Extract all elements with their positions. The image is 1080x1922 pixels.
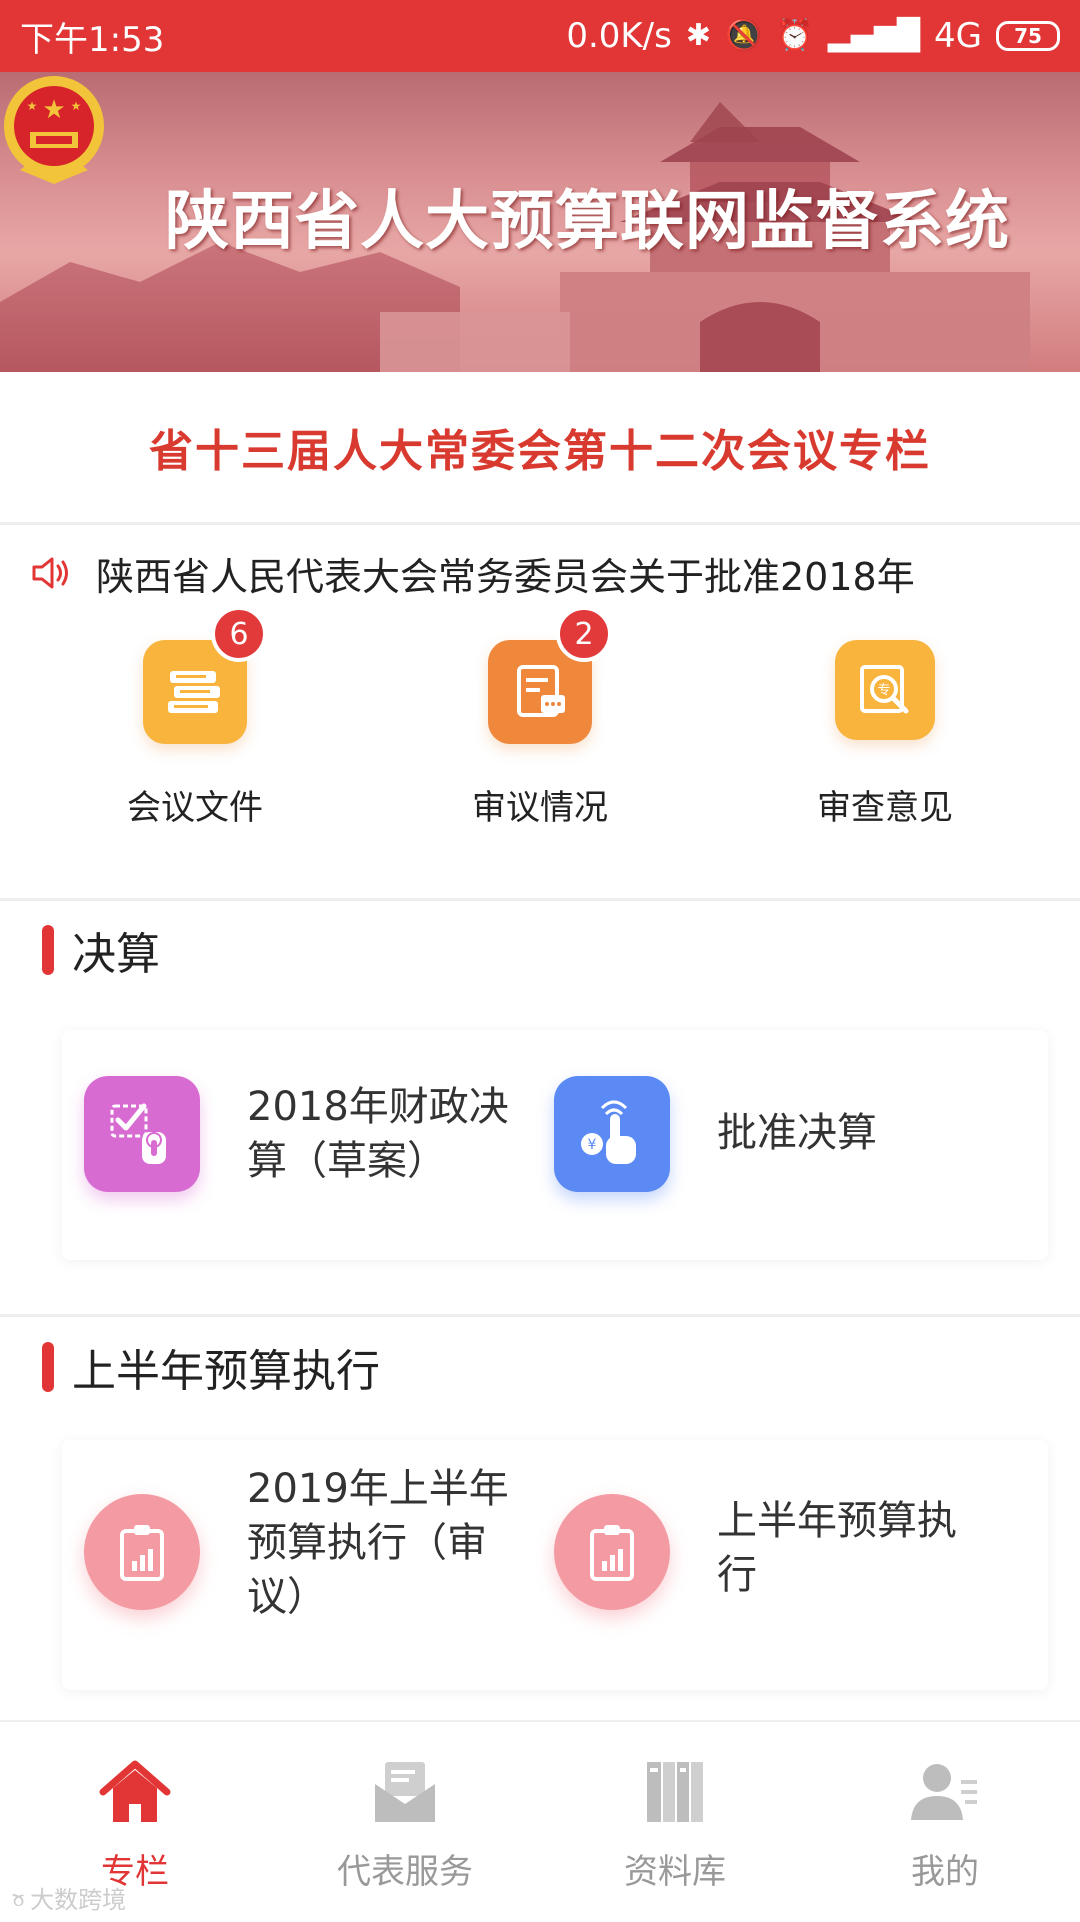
watermark-text: 大数跨境 — [30, 1886, 127, 1914]
card-item-label: 2019年上半年预算执行（审议） — [247, 1466, 509, 1620]
alarm-icon: ⏰ — [776, 18, 814, 53]
clipboard-chart-icon — [554, 1494, 670, 1610]
card-item-label: 批准决算 — [717, 1110, 877, 1156]
quick-entries: 6 会议文件 2 审议情况 专 审查意见 — [0, 606, 1080, 880]
section-header-final-accounts: 决算 — [0, 905, 1080, 995]
app-title: 陕西省人大预算联网监督系统 — [165, 185, 1010, 259]
user-icon — [911, 1764, 977, 1820]
envelope-icon — [375, 1762, 435, 1822]
document-comment-icon: 2 — [488, 606, 612, 744]
divider — [0, 898, 1080, 901]
quick-entry-label: 审查意见 — [817, 788, 953, 828]
card-item-approve-accounts[interactable]: ¥ 批准决算 — [532, 1030, 992, 1260]
card-item-2018-fiscal-draft[interactable]: 2018年财政决算（草案） — [62, 1030, 522, 1260]
count-badge: 6 — [211, 606, 267, 662]
notice-text: 陕西省人民代表大会常务委员会关于批准2018年 — [96, 554, 915, 599]
notice-bar[interactable]: 陕西省人民代表大会常务委员会关于批准2018年 — [0, 528, 1080, 618]
column-title[interactable]: 省十三届人大常委会第十二次会议专栏 — [0, 372, 1080, 522]
national-emblem: ★ ★ ★ — [4, 76, 104, 184]
home-icon — [99, 1760, 171, 1822]
speaker-icon — [32, 557, 68, 589]
count-badge: 2 — [556, 606, 612, 662]
svg-text:¥: ¥ — [588, 1137, 597, 1153]
check-touch-icon — [84, 1076, 200, 1192]
svg-text:★: ★ — [71, 99, 82, 113]
watermark-logo-icon: ჾ — [12, 1883, 25, 1912]
card-item-label: 上半年预算执行 — [717, 1498, 957, 1598]
quick-entry-label: 审议情况 — [472, 788, 608, 828]
svg-text:★: ★ — [27, 99, 38, 113]
clipboard-chart-icon — [84, 1494, 200, 1610]
status-bar: 下午1:53 0.0K/s ✱ 🔕 ⏰ ▂▄▆█ 4G 75 — [0, 0, 1080, 72]
bottom-navigation: 专栏 代表服务 资料库 我的 — [0, 1720, 1080, 1922]
quick-entry-label: 会议文件 — [127, 788, 263, 828]
svg-text:专: 专 — [877, 683, 890, 698]
divider — [0, 522, 1080, 525]
bluetooth-icon: ✱ — [685, 18, 711, 53]
divider — [0, 1314, 1080, 1317]
card-item-label: 2018年财政决算（草案） — [247, 1084, 509, 1184]
card-item-half-year-execution[interactable]: 上半年预算执行 — [532, 1440, 992, 1690]
battery-icon: 75 — [996, 21, 1060, 51]
yuan-touch-icon: ¥ — [554, 1076, 670, 1192]
magnify-document-icon: 专 — [835, 640, 935, 740]
watermark: ჾ 大数跨境 — [12, 1880, 126, 1915]
signal-icon: ▂▄▆█ — [827, 18, 921, 53]
nav-tab-label: 资料库 — [624, 1852, 726, 1892]
section-header-half-year-budget: 上半年预算执行 — [0, 1322, 1080, 1412]
nav-tab-label: 代表服务 — [337, 1852, 473, 1892]
status-time: 下午1:53 — [20, 19, 165, 60]
section-card-half-year-budget: 2019年上半年预算执行（审议） 上半年预算执行 — [62, 1440, 1048, 1690]
bookshelf-icon — [647, 1762, 703, 1822]
quick-entry-meeting-documents[interactable]: 6 会议文件 — [45, 606, 345, 829]
card-item-2019-half-year-review[interactable]: 2019年上半年预算执行（审议） — [62, 1440, 522, 1690]
net-speed: 0.0K/s — [566, 16, 672, 56]
network-type: 4G — [934, 16, 982, 56]
nav-tab-label: 我的 — [911, 1852, 979, 1892]
quick-entry-audit-opinions[interactable]: 专 审查意见 — [735, 640, 1035, 829]
quick-entry-review-status[interactable]: 2 审议情况 — [390, 606, 690, 829]
svg-text:★: ★ — [42, 95, 65, 125]
mute-icon: 🔕 — [725, 18, 763, 53]
books-icon: 6 — [143, 606, 267, 744]
section-card-final-accounts: 2018年财政决算（草案） ¥ 批准决算 — [62, 1030, 1048, 1260]
status-indicators: 0.0K/s ✱ 🔕 ⏰ ▂▄▆█ 4G 75 — [566, 16, 1060, 56]
nav-tab-library[interactable]: 资料库 — [540, 1722, 810, 1922]
section-marker — [42, 925, 54, 975]
section-title: 决算 — [72, 929, 160, 980]
nav-tab-delegate-service[interactable]: 代表服务 — [270, 1722, 540, 1922]
nav-tab-mine[interactable]: 我的 — [810, 1722, 1080, 1922]
section-title: 上半年预算执行 — [72, 1346, 380, 1397]
section-marker — [42, 1342, 54, 1392]
header-banner: ★ ★ ★ 陕西省人大预算联网监督系统 — [0, 72, 1080, 372]
